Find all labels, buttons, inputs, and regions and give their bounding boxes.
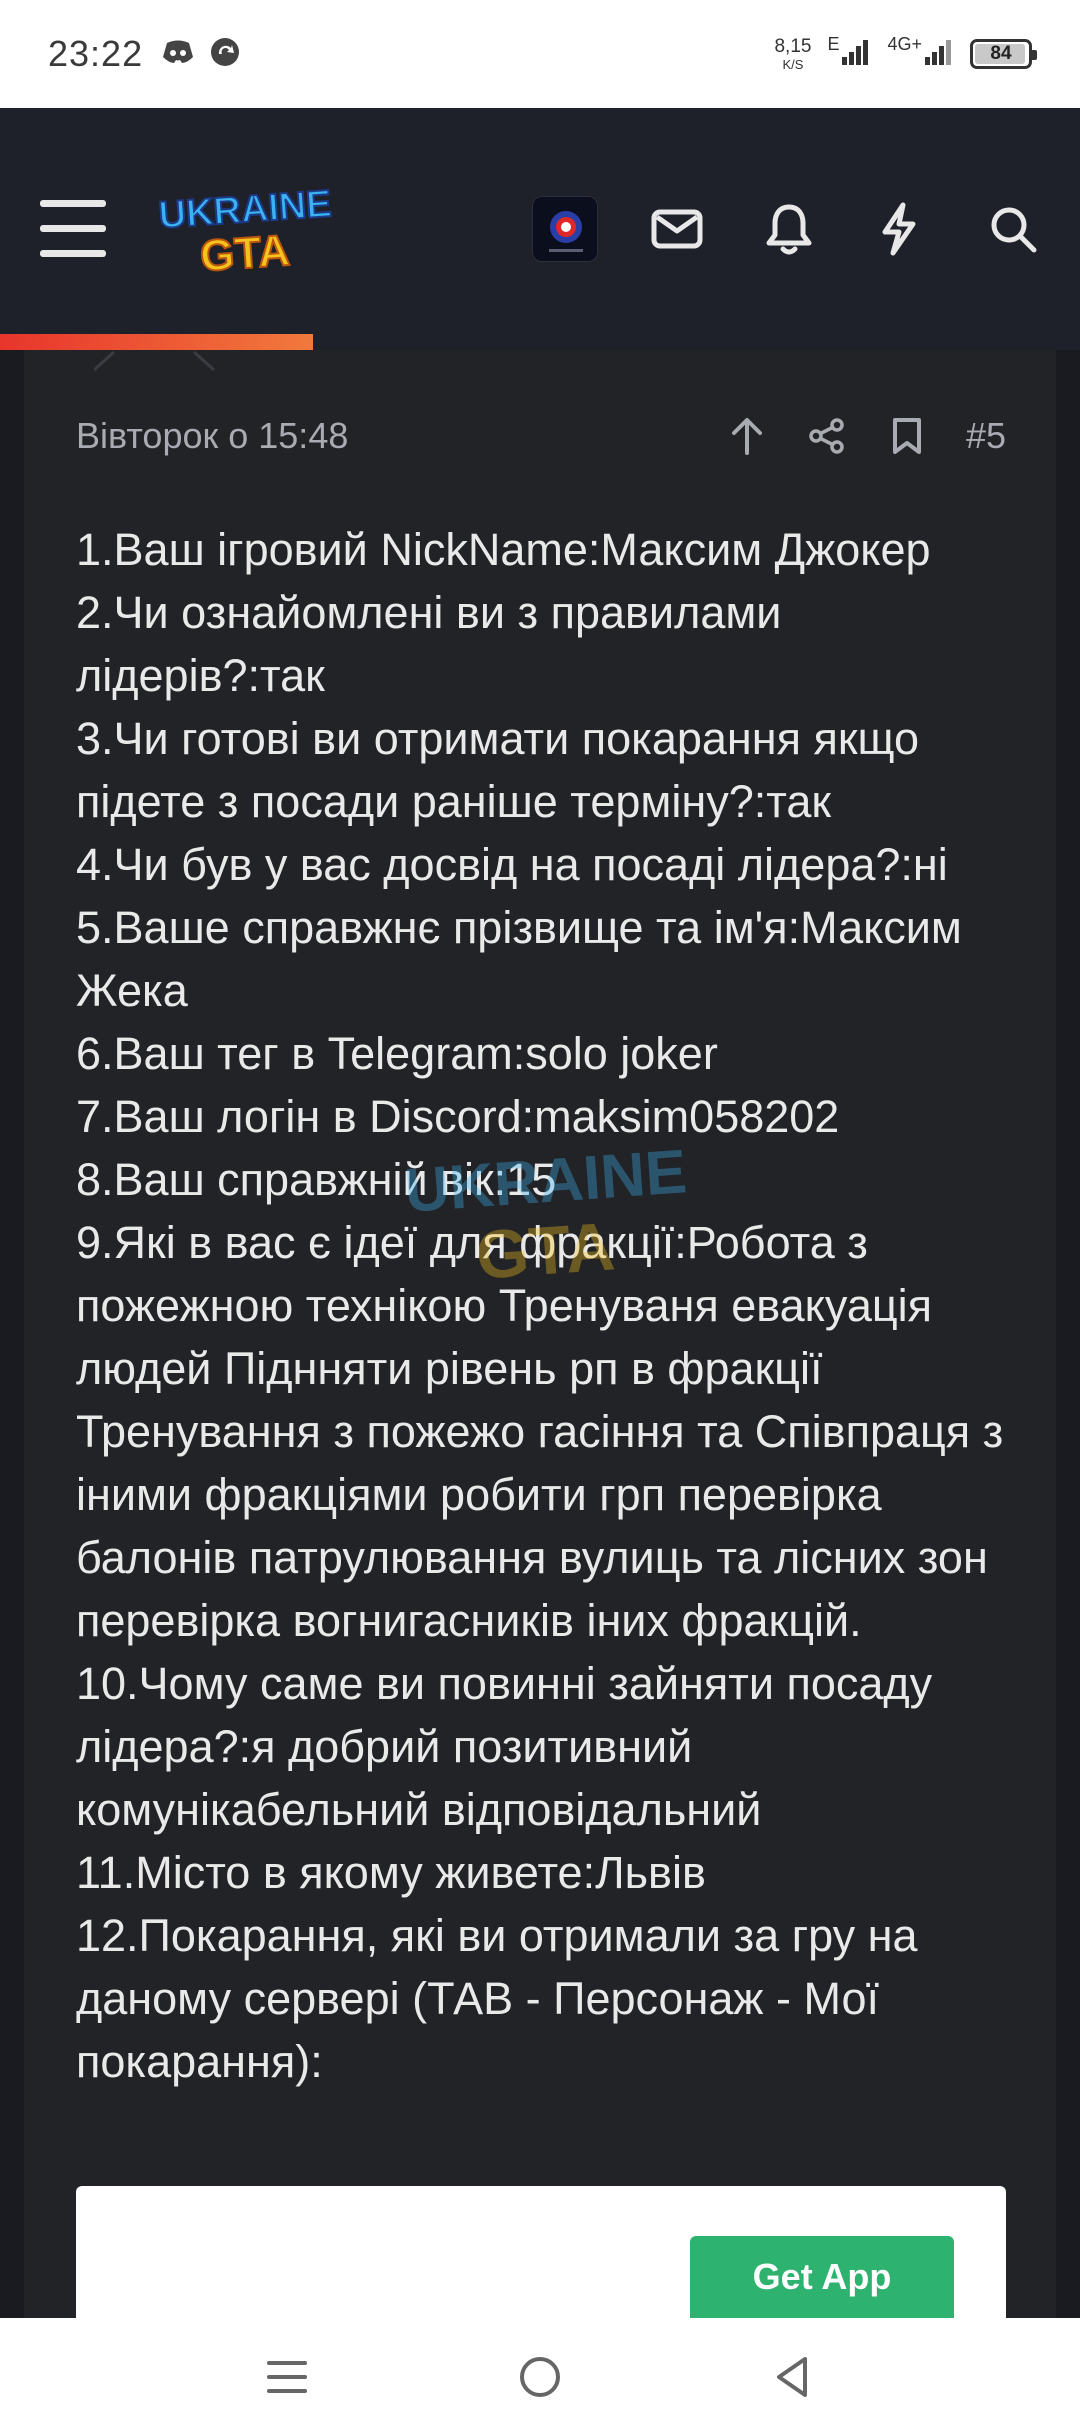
reading-progress-fill [0, 334, 314, 350]
system-nav-bar [0, 2318, 1080, 2436]
bookmark-icon[interactable] [886, 415, 928, 457]
battery-level: 84 [990, 43, 1012, 64]
post-date[interactable]: Вівторок о 15:48 [76, 415, 348, 457]
bolt-icon[interactable] [864, 194, 934, 264]
post-number[interactable]: #5 [966, 415, 1006, 457]
network-type-label: E [827, 33, 840, 54]
arrow-up-icon[interactable] [726, 415, 768, 457]
post-line: 10.Чому саме ви повинні зайняти посаду л… [76, 1658, 933, 1835]
status-time: 23:22 [48, 33, 144, 74]
share-icon[interactable] [806, 415, 848, 457]
status-bar: 23:22 8,15 K/S E 4G+ 84 [0, 0, 1080, 108]
post-line: 2.Чи ознайомлені ви з правилами лідерів?… [76, 587, 782, 701]
recent-apps-icon[interactable] [242, 2332, 332, 2422]
post-meta: Вівторок о 15:48 #5 [76, 386, 1006, 486]
user-avatar[interactable] [532, 196, 598, 262]
sync-icon [209, 36, 241, 73]
mail-icon[interactable] [642, 194, 712, 264]
post-body: 1.Ваш ігровий NickName:Максим Джокер 2.Ч… [76, 518, 1016, 2093]
back-icon[interactable] [748, 2332, 838, 2422]
post-line: 5.Ваше справжнє прізвище та ім'я:Максим … [76, 902, 962, 1016]
bell-icon[interactable] [754, 194, 824, 264]
post-line: 11.Місто в якому живете:Львів [76, 1847, 706, 1898]
post-line: 12.Покарання, які ви отримали за гру на … [76, 1910, 918, 2087]
ad-banner[interactable]: Get App [76, 2186, 1006, 2318]
logo-watermark: UKRAINE GTA [392, 1137, 702, 1294]
svg-text:GTA: GTA [199, 226, 292, 278]
post-line: 1.Ваш ігровий NickName:Максим Джокер [76, 524, 931, 575]
get-app-button[interactable]: Get App [690, 2236, 954, 2318]
battery-icon: 84 [970, 39, 1037, 69]
post-line: 3.Чи готові ви отримати покарання якщо п… [76, 713, 920, 827]
network-speed: 8,15 K/S [774, 36, 812, 72]
discord-icon [161, 39, 195, 70]
signal-icon [841, 37, 871, 72]
reading-progress-bar [0, 334, 1080, 350]
post-line: 6.Ваш тег в Telegram:solo joker [76, 1028, 718, 1079]
search-icon[interactable] [978, 194, 1048, 264]
post-line: 4.Чи був у вас досвід на посаді лідера?:… [76, 839, 948, 890]
menu-icon[interactable] [40, 200, 106, 258]
app-header: UKRAINE GTA [0, 108, 1080, 350]
network-type-label-2: 4G+ [887, 33, 922, 54]
home-icon[interactable] [495, 2332, 585, 2422]
collapse-arrow-icon [94, 350, 216, 372]
svg-text:GTA: GTA [474, 1208, 617, 1290]
post-line: 7.Ваш логін в Discord:maksim058202 [76, 1091, 840, 1142]
signal-icon-2 [924, 37, 954, 72]
site-logo[interactable]: UKRAINE GTA [154, 178, 338, 282]
